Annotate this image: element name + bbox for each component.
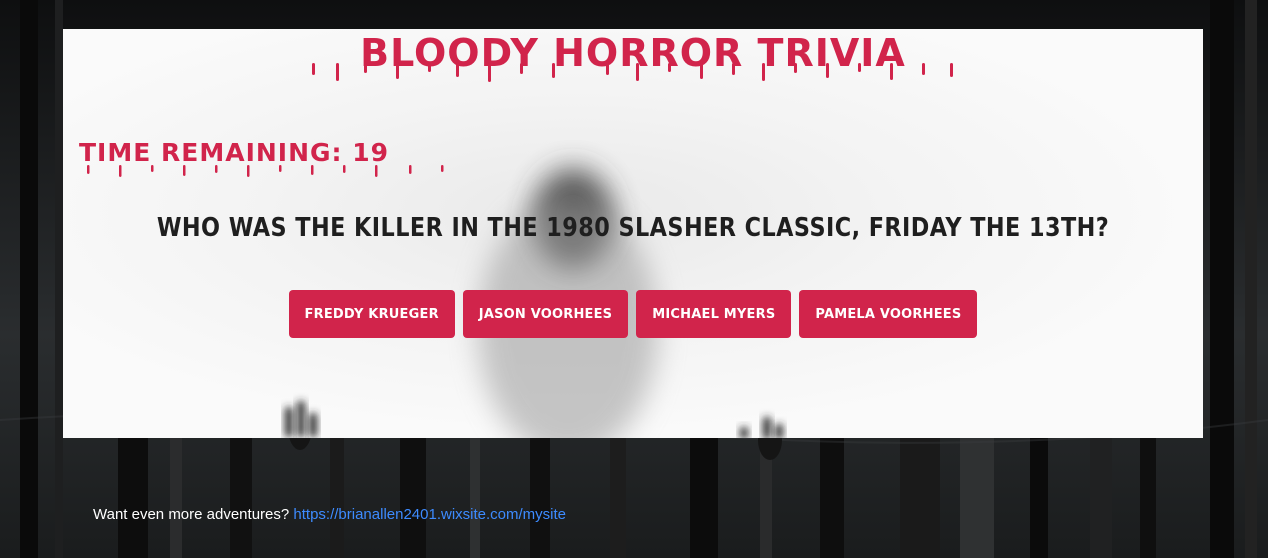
answer-button-freddy-krueger[interactable]: FREDDY KRUEGER	[288, 290, 455, 338]
blood-drip-decoration	[87, 165, 444, 177]
footer-site-link[interactable]: https://brianallen2401.wixsite.com/mysit…	[293, 506, 566, 523]
time-remaining-counter: TIME REMAINING: 19	[79, 138, 390, 167]
question-text: WHO WAS THE KILLER IN THE 1980 SLASHER C…	[156, 213, 1110, 243]
answer-button-michael-myers[interactable]: MICHAEL MYERS	[636, 290, 792, 338]
answer-options: FREDDY KRUEGER JASON VOORHEES MICHAEL MY…	[63, 290, 1203, 338]
blood-drip-decoration	[312, 63, 953, 82]
trivia-panel: BLOODY HORROR TRIVIA TIME REMAINING: 19 …	[63, 29, 1203, 438]
answer-button-pamela-voorhees[interactable]: PAMELA VOORHEES	[799, 290, 978, 338]
footer-prompt: Want even more adventures?	[93, 506, 290, 523]
answer-button-jason-voorhees[interactable]: JASON VOORHEES	[462, 290, 629, 338]
footer: Want even more adventures? https://brian…	[93, 506, 566, 523]
